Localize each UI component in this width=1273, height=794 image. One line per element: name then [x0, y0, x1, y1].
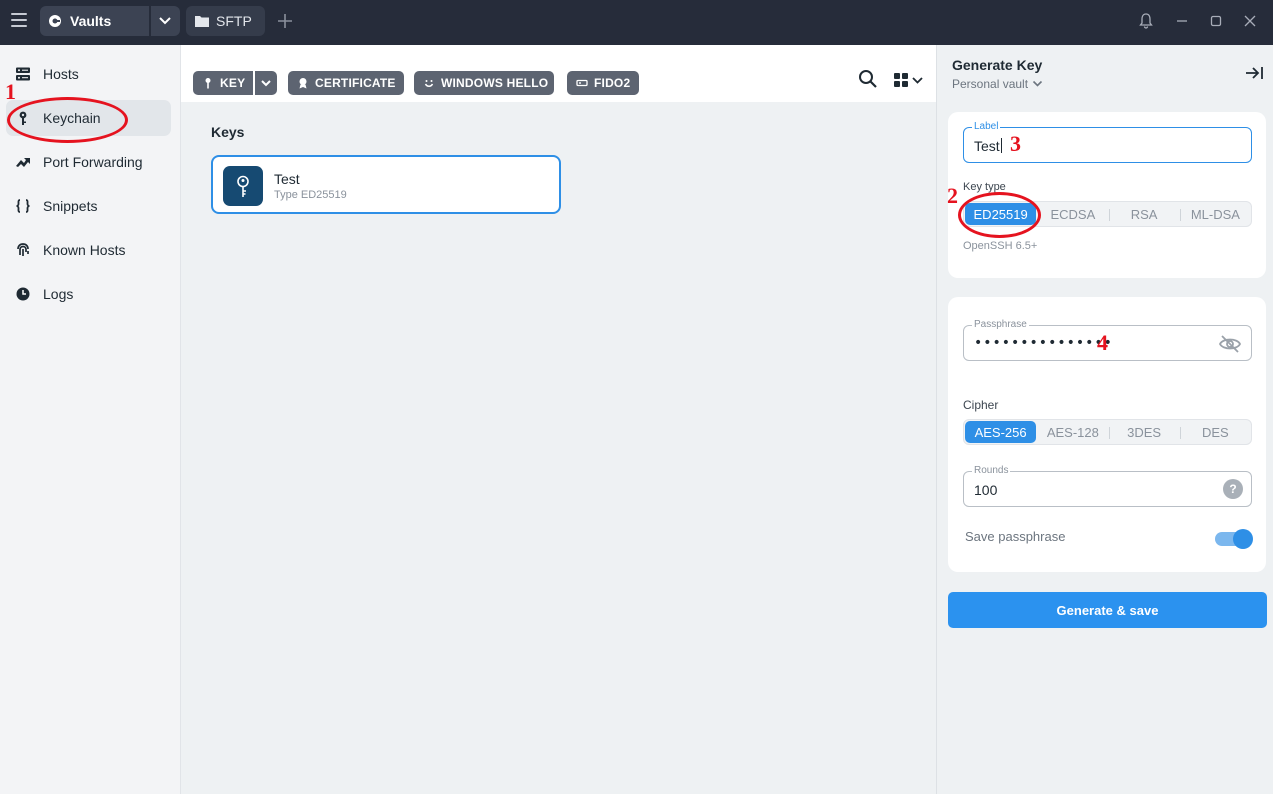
- usb-key-icon: [576, 79, 588, 87]
- key-name: Test: [274, 171, 300, 187]
- windows-hello-button[interactable]: WINDOWS HELLO: [414, 71, 554, 95]
- maximize-icon[interactable]: [1207, 12, 1225, 30]
- braces-icon: [16, 199, 30, 213]
- fido2-button-label: FIDO2: [594, 76, 631, 90]
- key-type: Type ED25519: [274, 189, 347, 201]
- key-dropdown-button[interactable]: [255, 71, 277, 95]
- vaults-tab-label: Vaults: [70, 13, 112, 29]
- key-avatar: [223, 166, 263, 206]
- clock-icon: [16, 287, 30, 301]
- folder-icon: [195, 16, 209, 27]
- port-forwarding-icon: [16, 158, 30, 167]
- label-field-label: Label: [972, 121, 1001, 133]
- passphrase-field-label: Passphrase: [972, 319, 1029, 331]
- vault-selector-label: Personal vault: [952, 77, 1029, 91]
- grid-view-icon[interactable]: [893, 71, 925, 89]
- key-type-ml-dsa[interactable]: ML-DSA: [1179, 202, 1251, 226]
- cipher-3des[interactable]: 3DES: [1108, 420, 1180, 444]
- label-field[interactable]: Label Test: [963, 121, 1252, 163]
- annotation-number-1: 1: [5, 79, 16, 104]
- annotation-number-2: 2: [947, 183, 958, 208]
- key-button-label: KEY: [220, 76, 246, 90]
- sidebar-item-label: Snippets: [43, 198, 98, 214]
- save-passphrase-toggle[interactable]: [1215, 529, 1253, 549]
- cipher-aes-128[interactable]: AES-128: [1037, 420, 1108, 444]
- sidebar: Hosts Keychain Port Forwarding Snippets …: [0, 45, 181, 794]
- key-type-ecdsa[interactable]: ECDSA: [1037, 202, 1108, 226]
- minimize-icon[interactable]: [1173, 12, 1191, 30]
- certificate-icon: [299, 78, 307, 89]
- sidebar-item-port-forwarding[interactable]: Port Forwarding: [6, 144, 171, 180]
- key-card-test[interactable]: Test Type ED25519: [211, 155, 561, 214]
- certificate-button[interactable]: CERTIFICATE: [288, 71, 404, 95]
- main-content: KEY CERTIFICATE WINDOWS HELLO FIDO2 Keys…: [181, 45, 936, 794]
- sidebar-item-known-hosts[interactable]: Known Hosts: [6, 232, 171, 268]
- bell-icon[interactable]: [1137, 12, 1155, 30]
- chevron-down-icon: [1032, 80, 1043, 87]
- vault-selector[interactable]: Personal vault: [952, 77, 1043, 91]
- label-field-value: Test: [974, 138, 1002, 154]
- annotation-ellipse-keychain: [7, 97, 128, 143]
- generate-save-button[interactable]: Generate & save: [948, 592, 1267, 628]
- save-passphrase-label: Save passphrase: [965, 529, 1066, 544]
- certificate-button-label: CERTIFICATE: [315, 76, 396, 90]
- keys-section-title: Keys: [211, 124, 245, 140]
- cipher-des[interactable]: DES: [1179, 420, 1251, 444]
- close-icon[interactable]: [1241, 12, 1259, 30]
- windows-hello-button-label: WINDOWS HELLO: [441, 76, 549, 90]
- key-type-rsa[interactable]: RSA: [1108, 202, 1180, 226]
- panel-title: Generate Key: [952, 57, 1043, 73]
- key-icon: [237, 175, 249, 197]
- fingerprint-icon: [17, 243, 29, 256]
- annotation-number-3: 3: [1010, 131, 1021, 156]
- sidebar-item-label: Known Hosts: [43, 242, 126, 258]
- chevron-down-icon: [261, 80, 271, 87]
- menu-icon[interactable]: [11, 13, 27, 29]
- sidebar-item-snippets[interactable]: Snippets: [6, 188, 171, 224]
- cipher-aes-256[interactable]: AES-256: [965, 421, 1037, 443]
- collapse-panel-icon[interactable]: [1244, 65, 1266, 81]
- generate-key-panel: Generate Key Personal vault Label Test K…: [936, 45, 1273, 794]
- annotation-ellipse-ed25519: [958, 192, 1041, 238]
- key-icon: [205, 78, 211, 89]
- sidebar-item-label: Hosts: [43, 66, 79, 82]
- eye-off-icon[interactable]: [1218, 334, 1242, 354]
- sidebar-item-label: Logs: [43, 286, 74, 302]
- smile-icon: [424, 80, 434, 87]
- new-tab-plus-icon[interactable]: [276, 12, 294, 30]
- title-bar: Vaults SFTP: [0, 0, 1273, 45]
- passphrase-field-value: •••••••••••••••: [974, 335, 1113, 351]
- sftp-tab-label: SFTP: [216, 13, 252, 29]
- new-key-button[interactable]: KEY: [193, 71, 253, 95]
- cipher-label: Cipher: [963, 398, 999, 412]
- sidebar-item-logs[interactable]: Logs: [6, 276, 171, 312]
- rounds-field[interactable]: Rounds 100 ?: [963, 465, 1252, 507]
- hosts-icon: [16, 67, 30, 81]
- key-type-hint: OpenSSH 6.5+: [963, 240, 1038, 252]
- rounds-field-value: 100: [974, 482, 998, 498]
- fido2-button[interactable]: FIDO2: [567, 71, 639, 95]
- annotation-number-4: 4: [1097, 330, 1108, 355]
- rounds-field-label: Rounds: [972, 465, 1011, 477]
- vaults-tab[interactable]: Vaults: [40, 6, 180, 36]
- sftp-tab[interactable]: SFTP: [186, 6, 265, 36]
- sidebar-item-label: Port Forwarding: [43, 154, 143, 170]
- cipher-selector: AES-256 AES-128 3DES DES: [963, 419, 1252, 445]
- sidebar-item-hosts[interactable]: Hosts: [6, 56, 171, 92]
- vault-icon: [49, 15, 61, 27]
- search-icon[interactable]: [858, 69, 878, 89]
- help-icon[interactable]: ?: [1223, 479, 1243, 499]
- chevron-down-icon[interactable]: [157, 14, 173, 28]
